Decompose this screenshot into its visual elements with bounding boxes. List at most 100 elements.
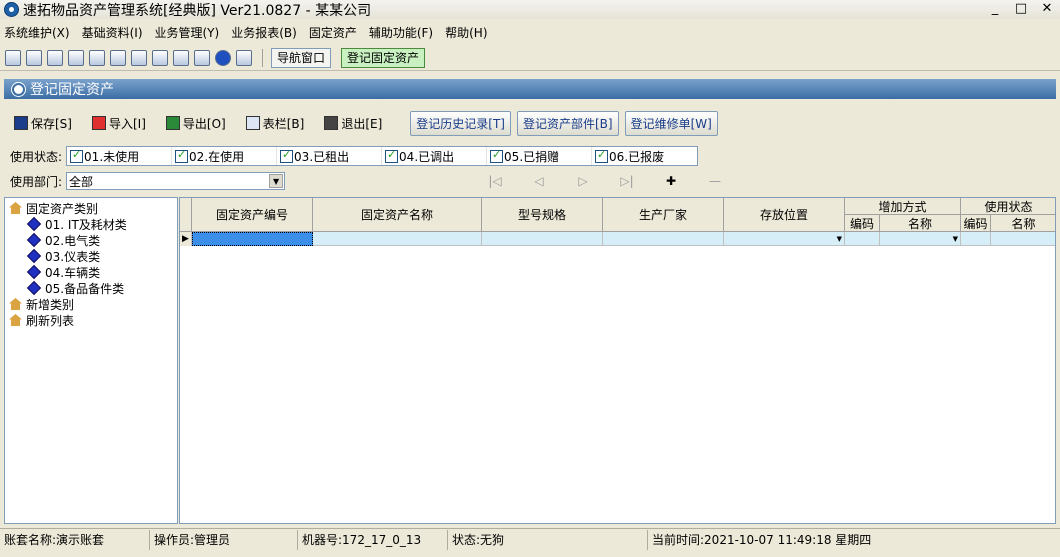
form-icon[interactable] xyxy=(26,49,42,66)
window-title: 速拓物品资产管理系统[经典版] Ver21.0827 - 某某公司 xyxy=(23,2,372,19)
export-button[interactable]: 导出[O] xyxy=(165,115,226,132)
header-add-method[interactable]: 增加方式 xyxy=(845,198,961,215)
cell-usage-status-name[interactable] xyxy=(991,232,1055,246)
settings-icon[interactable] xyxy=(68,49,84,66)
minimize-button[interactable]: _ xyxy=(988,1,1002,16)
print-icon[interactable] xyxy=(194,49,210,66)
maximize-button[interactable]: □ xyxy=(1014,1,1028,16)
history-record-button[interactable]: 登记历史记录[T] xyxy=(410,110,511,136)
diamond-icon xyxy=(26,216,42,232)
status-checkbox-donated[interactable]: 05.已捐赠 xyxy=(487,147,593,165)
menu-system[interactable]: 系统维护(X) xyxy=(0,24,74,41)
save-button[interactable]: 保存[S] xyxy=(14,115,72,132)
record-navigator: |◁ ◁ ▷ ▷| ✚ — xyxy=(488,174,722,188)
department-value: 全部 xyxy=(69,174,94,189)
next-record-icon[interactable]: ▷ xyxy=(576,174,590,188)
status-checkbox-in-use[interactable]: 02.在使用 xyxy=(172,147,278,165)
menu-basic-data[interactable]: 基础资料(I) xyxy=(78,24,147,41)
header-add-method-code[interactable]: 编码 xyxy=(845,215,880,232)
menu-reports[interactable]: 业务报表(B) xyxy=(227,24,301,41)
list-icon[interactable] xyxy=(5,49,21,66)
checkbox-icon xyxy=(595,148,609,163)
chevron-down-icon[interactable]: ▼ xyxy=(269,174,284,188)
status-checkbox-scrapped[interactable]: 06.已报废 xyxy=(592,147,697,165)
cell-model[interactable] xyxy=(482,232,603,246)
tools-icon[interactable] xyxy=(131,49,147,66)
exit-icon[interactable] xyxy=(236,49,252,66)
tab-navigation[interactable]: 导航窗口 xyxy=(271,47,332,68)
status-bar: 账套名称:演示账套 操作员:管理员 机器号:172_17_0_13 状态:无狗 … xyxy=(0,528,1060,550)
status-checkbox-rented[interactable]: 03.已租出 xyxy=(277,147,383,165)
header-usage-status-name[interactable]: 名称 xyxy=(991,215,1055,232)
cell-asset-code[interactable] xyxy=(192,232,313,246)
users-icon[interactable] xyxy=(89,49,105,66)
grid-header: 固定资产编号 固定资产名称 型号规格 生产厂家 存放位置 增加方式 编码 名称 … xyxy=(180,198,1055,232)
exit-button[interactable]: 退出[E] xyxy=(324,115,382,132)
header-usage-status[interactable]: 使用状态 xyxy=(961,198,1055,215)
tree-refresh-list[interactable]: 刷新列表 xyxy=(9,312,173,328)
asset-grid: 固定资产编号 固定资产名称 型号规格 生产厂家 存放位置 增加方式 编码 名称 … xyxy=(179,197,1056,524)
repair-order-button[interactable]: 登记维修单[W] xyxy=(624,110,718,136)
floppy-icon xyxy=(14,116,28,130)
home-icon xyxy=(9,202,22,214)
chart-icon[interactable] xyxy=(110,49,126,66)
diamond-icon xyxy=(26,280,42,296)
app-logo-icon xyxy=(4,2,19,17)
diamond-icon xyxy=(26,248,42,264)
status-filter-row: 使用状态: 01.未使用 02.在使用 03.已租出 04.已调出 05.已捐赠… xyxy=(4,145,1056,167)
close-button[interactable]: ✕ xyxy=(1040,1,1054,16)
table-row[interactable]: ▶ ▼ ▼ xyxy=(180,232,1055,246)
cell-usage-status-code[interactable] xyxy=(961,232,991,246)
tree-item-spare-parts[interactable]: 05.备品备件类 xyxy=(9,280,173,296)
import-button[interactable]: 导入[I] xyxy=(91,115,146,132)
tab-register-asset[interactable]: 登记固定资产 xyxy=(341,47,426,68)
columns-button[interactable]: 表栏[B] xyxy=(245,115,304,132)
menu-tools[interactable]: 辅助功能(F) xyxy=(365,24,437,41)
status-checkbox-unused[interactable]: 01.未使用 xyxy=(67,147,173,165)
menu-bar: 系统维护(X) 基础资料(I) 业务管理(Y) 业务报表(B) 固定资产 辅助功… xyxy=(0,22,1060,42)
menu-help[interactable]: 帮助(H) xyxy=(441,24,491,41)
cell-asset-name[interactable] xyxy=(313,232,482,246)
first-record-icon[interactable]: |◁ xyxy=(488,174,502,188)
delete-record-icon[interactable]: — xyxy=(708,174,722,188)
toolbar: 导航窗口 登记固定资产 xyxy=(0,45,1060,71)
asset-parts-button[interactable]: 登记资产部件[B] xyxy=(516,110,619,136)
header-location[interactable]: 存放位置 xyxy=(724,198,845,232)
panel-header: 登记固定资产 xyxy=(4,79,1056,99)
status-checkbox-transferred[interactable]: 04.已调出 xyxy=(382,147,488,165)
checkbox-icon xyxy=(70,148,84,163)
header-add-method-name[interactable]: 名称 xyxy=(880,215,961,232)
display-icon[interactable] xyxy=(152,49,168,66)
cell-add-method-code[interactable] xyxy=(845,232,880,246)
title-bar: 速拓物品资产管理系统[经典版] Ver21.0827 - 某某公司 _ □ ✕ xyxy=(0,0,1060,19)
cell-location-dropdown[interactable]: ▼ xyxy=(724,232,845,246)
header-usage-status-code[interactable]: 编码 xyxy=(961,215,991,232)
add-record-icon[interactable]: ✚ xyxy=(664,174,678,188)
tree-add-category[interactable]: 新增类别 xyxy=(9,296,173,312)
department-label: 使用部门: xyxy=(10,174,63,189)
tree-item-electric[interactable]: 02.电气类 xyxy=(9,232,173,248)
tree-item-vehicle[interactable]: 04.车辆类 xyxy=(9,264,173,280)
last-record-icon[interactable]: ▷| xyxy=(620,174,634,188)
header-asset-code[interactable]: 固定资产编号 xyxy=(192,198,313,232)
home-icon xyxy=(9,314,22,326)
header-manufacturer[interactable]: 生产厂家 xyxy=(603,198,724,232)
header-model[interactable]: 型号规格 xyxy=(482,198,603,232)
cell-add-method-dropdown[interactable]: ▼ xyxy=(880,232,961,246)
save-icon[interactable] xyxy=(173,49,189,66)
window-icon[interactable] xyxy=(47,49,63,66)
status-filter-label: 使用状态: xyxy=(10,149,63,164)
department-select[interactable]: 全部 ▼ xyxy=(66,172,286,190)
tree-root[interactable]: 固定资产类别 xyxy=(9,200,173,216)
help-icon[interactable] xyxy=(215,49,231,66)
diamond-icon xyxy=(26,264,42,280)
prev-record-icon[interactable]: ◁ xyxy=(532,174,546,188)
header-asset-name[interactable]: 固定资产名称 xyxy=(313,198,482,232)
cell-manufacturer[interactable] xyxy=(603,232,724,246)
menu-fixed-assets[interactable]: 固定资产 xyxy=(305,24,361,41)
tree-item-instrument[interactable]: 03.仪表类 xyxy=(9,248,173,264)
category-tree: 固定资产类别 01. IT及耗材类 02.电气类 03.仪表类 04.车辆类 0… xyxy=(4,197,178,524)
menu-business[interactable]: 业务管理(Y) xyxy=(151,24,224,41)
status-state: 状态:无狗 xyxy=(448,529,648,550)
tree-item-it[interactable]: 01. IT及耗材类 xyxy=(9,216,173,232)
